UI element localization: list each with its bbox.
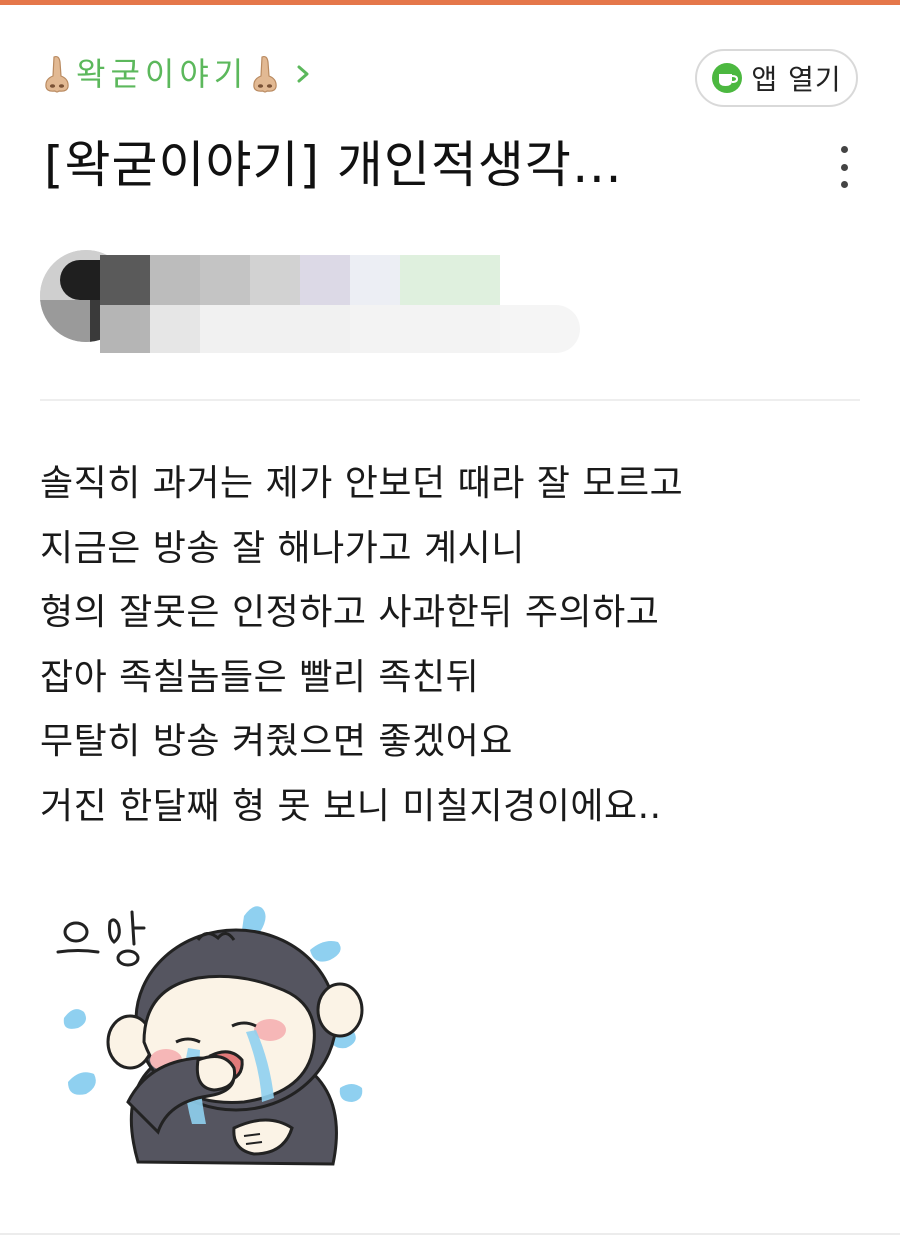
more-vertical-icon[interactable] bbox=[830, 140, 858, 194]
chevron-right-icon bbox=[297, 65, 309, 83]
body-line: 잡아 족칠놈들은 빨리 족친뒤 bbox=[40, 656, 480, 698]
open-app-button[interactable]: 앱 열기 bbox=[695, 49, 858, 107]
author-meta-mosaic bbox=[200, 305, 350, 353]
author-name-mosaic bbox=[350, 255, 400, 305]
sticker-lettering bbox=[56, 910, 146, 967]
author-info[interactable] bbox=[40, 250, 600, 360]
bottom-divider bbox=[0, 1233, 900, 1235]
post-page: 왁굳이야기 앱 열기 [왁굳이야기] 개인적생각… 솔직히 과거는 제가 안보던… bbox=[0, 0, 900, 1251]
more-dot bbox=[840, 181, 848, 188]
avatar-mosaic bbox=[40, 300, 90, 342]
cafe-cup-icon bbox=[712, 63, 743, 93]
crying-monkey-sticker bbox=[56, 906, 364, 1166]
body-line: 형의 잘못은 인정하고 사과한뒤 주의하고 bbox=[40, 592, 660, 634]
author-name-mosaic bbox=[200, 255, 250, 305]
body-line: 솔직히 과거는 제가 안보던 때라 잘 모르고 bbox=[40, 463, 684, 504]
body-line: 무탈히 방송 켜줬으면 좋겠어요 bbox=[40, 721, 513, 763]
open-app-label: 앱 열기 bbox=[751, 63, 842, 96]
author-meta-mosaic bbox=[150, 305, 200, 353]
top-accent-bar bbox=[0, 0, 900, 5]
more-dot bbox=[840, 146, 848, 153]
author-meta-mosaic bbox=[500, 305, 580, 353]
post-body: 솔직히 과거는 제가 안보던 때라 잘 모르고 지금은 방송 잘 해나가고 계시… bbox=[40, 452, 860, 840]
more-dot bbox=[840, 163, 848, 171]
nose-emoji-icon bbox=[253, 55, 277, 93]
author-name-mosaic bbox=[150, 255, 200, 305]
nose-emoji-icon bbox=[45, 55, 69, 93]
author-meta-mosaic bbox=[350, 305, 500, 353]
author-name-mosaic bbox=[250, 255, 300, 305]
author-name-mosaic bbox=[100, 305, 150, 353]
header-divider bbox=[40, 399, 860, 401]
author-name-mosaic bbox=[300, 255, 350, 305]
board-link[interactable]: 왁굳이야기 bbox=[42, 54, 312, 94]
post-title: [왁굳이야기] 개인적생각… bbox=[44, 136, 623, 194]
board-name: 왁굳이야기 bbox=[76, 55, 249, 93]
author-name-mosaic bbox=[400, 255, 500, 305]
body-line: 거진 한달째 형 못 보니 미칠지경이에요.. bbox=[40, 785, 662, 827]
author-name-mosaic bbox=[100, 255, 150, 305]
body-line: 지금은 방송 잘 해나가고 계시니 bbox=[40, 527, 525, 569]
